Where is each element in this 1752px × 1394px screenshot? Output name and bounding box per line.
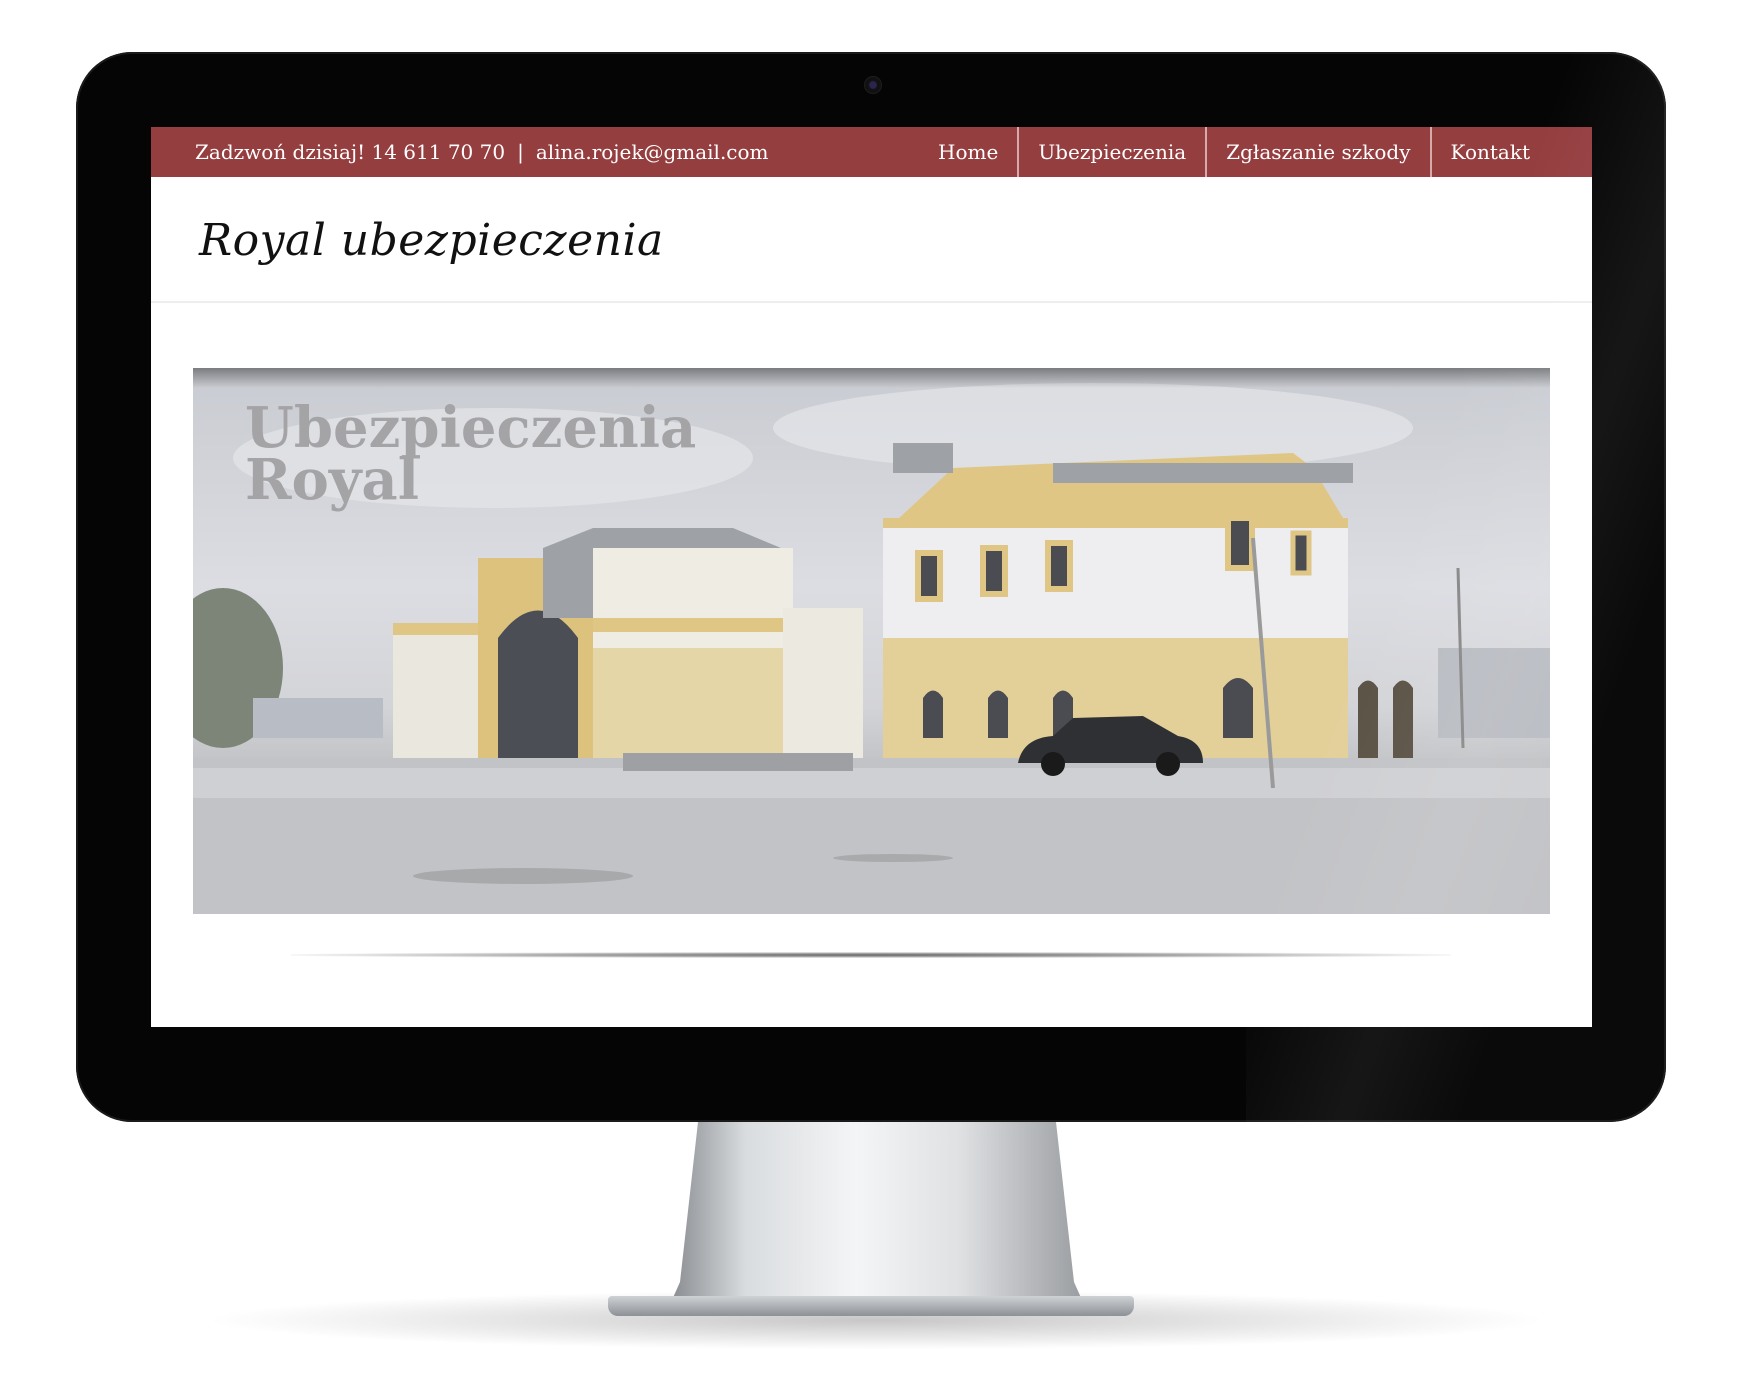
- banner-title: Ubezpieczenia Royal: [245, 400, 696, 513]
- phone-text[interactable]: Zadzwoń dzisiaj! 14 611 70 70: [195, 127, 505, 177]
- webcam-icon: [864, 76, 882, 94]
- contact-separator: |: [517, 140, 524, 164]
- banner-top-shadow: [193, 368, 1550, 388]
- email-link[interactable]: alina.rojek@gmail.com: [536, 127, 769, 177]
- hero-banner: Ubezpieczenia Royal: [193, 368, 1550, 914]
- monitor-bezel: Zadzwoń dzisiaj! 14 611 70 70 | alina.ro…: [76, 52, 1666, 1122]
- nav-item-home[interactable]: Home: [919, 127, 1017, 177]
- top-contact-bar: Zadzwoń dzisiaj! 14 611 70 70 | alina.ro…: [151, 127, 1592, 177]
- nav-item-zglaszanie-szkody[interactable]: Zgłaszanie szkody: [1205, 127, 1429, 177]
- monitor-stand-neck: [672, 1122, 1082, 1300]
- main-nav: Home Ubezpieczenia Zgłaszanie szkody Kon…: [919, 127, 1592, 177]
- website-screen: Zadzwoń dzisiaj! 14 611 70 70 | alina.ro…: [151, 127, 1592, 1027]
- monitor-stand-base: [608, 1296, 1134, 1316]
- nav-item-ubezpieczenia[interactable]: Ubezpieczenia: [1017, 127, 1205, 177]
- site-title[interactable]: Royal ubezpieczenia: [199, 215, 664, 266]
- contact-info: Zadzwoń dzisiaj! 14 611 70 70 | alina.ro…: [195, 127, 769, 177]
- nav-item-kontakt[interactable]: Kontakt: [1429, 127, 1592, 177]
- header-divider: [151, 301, 1592, 303]
- banner-title-line2: Royal: [245, 447, 419, 513]
- section-divider: [291, 952, 1451, 958]
